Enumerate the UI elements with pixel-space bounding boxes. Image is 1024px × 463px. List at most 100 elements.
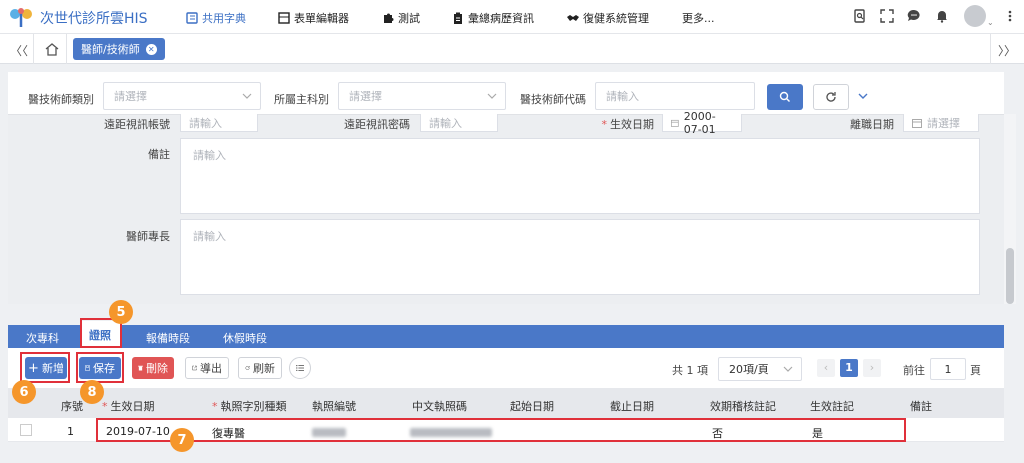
save-icon — [85, 365, 90, 371]
subtab-leave-slots[interactable]: 休假時段 — [223, 330, 267, 346]
cell-license-type[interactable]: 復專醫 — [212, 425, 245, 441]
delete-button[interactable]: 刪除 — [132, 357, 174, 379]
search-button[interactable] — [767, 84, 803, 110]
specialty-textarea[interactable]: 請輸入 — [180, 219, 980, 295]
fullscreen-icon[interactable] — [880, 9, 894, 23]
button-label: 刷新 — [253, 362, 275, 375]
nav-rehab-management[interactable]: 復健系統管理 — [567, 10, 649, 26]
video-account-label: 遠距視訊帳號 — [104, 118, 170, 131]
form-icon — [278, 12, 290, 24]
app-title[interactable]: 次世代診所雲HIS — [40, 8, 148, 28]
subtab-license[interactable]: 證照 — [80, 321, 120, 348]
prev-page-button[interactable]: ‹ — [817, 359, 835, 377]
handshake-icon — [567, 15, 579, 21]
cell-audit-flag[interactable]: 否 — [712, 425, 723, 441]
annotation-badge: 6 — [12, 380, 36, 404]
subtab-subspecialty[interactable]: 次專科 — [26, 330, 59, 346]
refresh-button[interactable]: 刷新 — [238, 357, 282, 379]
chevron-down-icon — [487, 93, 497, 99]
header-text: 生效日期 — [110, 400, 155, 413]
more-vertical-icon[interactable] — [1004, 9, 1016, 23]
nav-common-dictionary[interactable]: 共用字典 — [186, 10, 246, 26]
next-page-button[interactable]: › — [863, 359, 881, 377]
subtab-report-slots[interactable]: 報備時段 — [146, 330, 190, 346]
search-doc-icon[interactable] — [853, 9, 867, 23]
page-footer — [0, 442, 1024, 463]
nav-form-editor[interactable]: 表單編輯器 — [278, 10, 349, 26]
annotation-badge: 5 — [109, 300, 133, 324]
scrollbar-thumb[interactable] — [1006, 248, 1014, 304]
page-size-select[interactable]: 20項/頁 — [718, 357, 802, 381]
placeholder: 請輸入 — [429, 116, 462, 130]
add-button[interactable]: + 新增 — [25, 357, 67, 379]
nav-label: 測試 — [398, 12, 420, 25]
chevron-down-icon — [783, 366, 793, 372]
divider — [990, 34, 991, 64]
app-logo-icon — [10, 8, 32, 27]
divider — [66, 34, 67, 64]
required-mark: * — [601, 118, 608, 131]
video-account-input[interactable]: 請輸入 — [180, 114, 258, 132]
effective-date-picker[interactable]: 2000-07-01 — [662, 110, 742, 136]
tab-scroll-right-button[interactable]: 〉〉 — [998, 42, 1016, 59]
calendar-icon — [671, 119, 679, 127]
category-select[interactable]: 請選擇 — [103, 82, 261, 110]
cell-active-flag[interactable]: 是 — [812, 425, 823, 441]
puzzle-icon — [384, 13, 394, 23]
remark-label: 備註 — [148, 148, 170, 161]
nav-test[interactable]: 測試 — [382, 10, 420, 26]
placeholder: 請輸入 — [193, 230, 226, 243]
dept-select[interactable]: 請選擇 — [338, 82, 506, 110]
column-header: * 執照字別種類 — [212, 398, 287, 414]
button-label: 保存 — [93, 362, 115, 375]
calendar-icon — [912, 118, 922, 128]
close-icon[interactable]: ✕ — [145, 43, 157, 55]
column-header: 備註 — [910, 400, 932, 413]
placeholder: 請輸入 — [189, 116, 222, 130]
input-value: 1 — [944, 362, 952, 376]
button-label: 導出 — [200, 362, 222, 375]
effective-date-label: * 生效日期 — [590, 116, 655, 132]
leave-date-picker[interactable]: 請選擇 — [903, 114, 979, 132]
home-icon[interactable] — [44, 42, 60, 56]
code-input[interactable]: 請輸入 — [595, 82, 755, 110]
save-button[interactable]: 保存 — [79, 357, 121, 379]
chat-icon[interactable] — [907, 9, 921, 23]
date-value: 2000-07-01 — [683, 109, 716, 136]
cell-cn-code-redacted[interactable] — [410, 428, 492, 437]
chevron-down-icon[interactable] — [858, 91, 868, 101]
tab-doctor-technician[interactable]: 醫師/技術師 ✕ — [73, 38, 165, 60]
cell-seq: 1 — [67, 425, 74, 438]
row-checkbox[interactable] — [20, 424, 32, 436]
search-icon — [779, 91, 790, 102]
nav-label: 更多... — [682, 12, 715, 25]
column-settings-button[interactable] — [289, 357, 311, 379]
cell-effective-date[interactable]: 2019-07-10 — [106, 425, 170, 438]
nav-more[interactable]: 更多... — [682, 10, 715, 26]
column-header: 效期稽核註記 — [710, 400, 776, 413]
nav-label: 彙總病歷資訊 — [468, 12, 534, 25]
page-number-current[interactable]: 1 — [840, 359, 858, 377]
nav-label: 復健系統管理 — [583, 12, 649, 25]
specialty-label: 醫師專長 — [126, 230, 170, 243]
video-password-label: 遠距視訊密碼 — [344, 118, 410, 131]
table-header — [8, 388, 1004, 418]
tab-scroll-left-button[interactable]: 〈〈 — [10, 42, 28, 59]
goto-page-input[interactable]: 1 — [930, 358, 966, 380]
reset-button[interactable] — [813, 84, 849, 110]
export-button[interactable]: 導出 — [185, 357, 229, 379]
nav-medical-summary[interactable]: 彙總病歷資訊 — [452, 10, 534, 26]
divider — [33, 34, 34, 64]
avatar[interactable] — [964, 5, 986, 27]
chevron-down-icon — [242, 93, 252, 99]
trash-icon — [138, 365, 143, 371]
placeholder: 請選擇 — [114, 90, 147, 103]
chevron-down-icon[interactable]: ⌄ — [987, 18, 994, 27]
video-password-input[interactable]: 請輸入 — [420, 114, 498, 132]
tab-label: 醫師/技術師 — [81, 43, 140, 56]
remark-textarea[interactable]: 請輸入 — [180, 138, 980, 214]
cell-license-no-redacted[interactable] — [312, 428, 346, 437]
bell-icon[interactable] — [935, 9, 949, 23]
column-header: 序號 — [61, 400, 83, 413]
column-header: 截止日期 — [610, 400, 654, 413]
